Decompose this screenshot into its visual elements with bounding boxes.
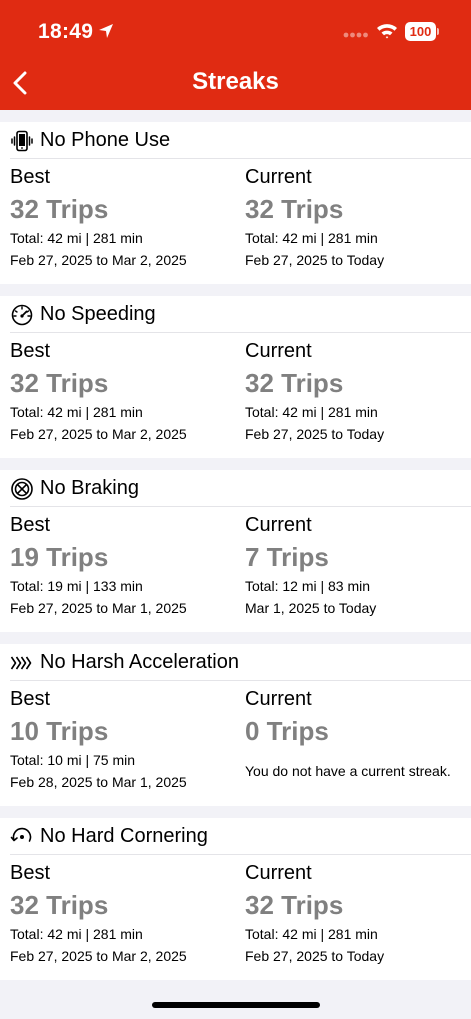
home-indicator[interactable] [152,1002,320,1008]
current-trips: 32 Trips [245,194,344,224]
status-time: 18:49 [38,20,94,43]
streak-title: No Braking [40,477,139,499]
current-total: Total: 42 mi | 281 min [245,926,378,942]
best-streak: Best 32 Trips Total: 42 mi | 281 min Feb… [10,338,240,443]
streak-card-no-harsh-acceleration: No Harsh Acceleration Best 10 Trips Tota… [0,644,471,806]
best-trips: 32 Trips [10,368,109,398]
divider [10,854,471,855]
wifi-icon [377,24,397,39]
streak-card-no-speeding: No Speeding Best 32 Trips Total: 42 mi |… [0,296,471,458]
battery-level: 100 [409,24,432,39]
streak-card-header: No Harsh Acceleration [0,644,471,680]
streak-card-header: No Braking [0,470,471,506]
best-label: Best [10,340,51,362]
current-dates: Feb 27, 2025 to Today [245,426,385,442]
best-dates: Feb 27, 2025 to Mar 2, 2025 [10,948,187,964]
divider [10,506,471,507]
best-dates: Feb 27, 2025 to Mar 1, 2025 [10,600,187,616]
best-dates: Feb 28, 2025 to Mar 1, 2025 [10,774,187,790]
divider [10,680,471,681]
page-title: Streaks [192,68,279,95]
current-trips: 32 Trips [245,890,344,920]
current-label: Current [245,688,312,710]
streak-title: No Speeding [40,303,156,325]
best-streak: Best 32 Trips Total: 42 mi | 281 min Feb… [10,860,240,965]
streak-title: No Harsh Acceleration [40,651,239,673]
speedometer-icon [11,304,33,326]
current-streak: Current 32 Trips Total: 42 mi | 281 min … [245,164,471,269]
no-current-streak-message: You do not have a current streak. [245,763,451,779]
best-label: Best [10,514,51,536]
current-trips: 7 Trips [245,542,329,572]
streak-title: No Phone Use [40,129,171,151]
cornering-arrow-icon [10,827,32,842]
current-streak: Current 32 Trips Total: 42 mi | 281 min … [245,860,471,965]
current-label: Current [245,514,312,536]
current-label: Current [245,166,312,188]
current-trips: 32 Trips [245,368,344,398]
navigation-header: 18:49 100 Streaks [0,0,471,110]
best-dates: Feb 27, 2025 to Mar 2, 2025 [10,252,187,268]
status-bar: 18:49 100 [0,0,471,62]
current-dates: Feb 27, 2025 to Today [245,948,385,964]
best-trips: 32 Trips [10,194,109,224]
current-streak: Current 32 Trips Total: 42 mi | 281 min … [245,338,471,443]
current-total: Total: 42 mi | 281 min [245,230,378,246]
best-label: Best [10,166,51,188]
best-total: Total: 42 mi | 281 min [10,404,143,420]
best-total: Total: 19 mi | 133 min [10,578,143,594]
current-total: Total: 42 mi | 281 min [245,404,378,420]
streak-card-no-braking: No Braking Best 19 Trips Total: 19 mi | … [0,470,471,632]
streak-card-header: No Phone Use [0,122,471,158]
current-trips: 0 Trips [245,716,329,746]
streak-card-no-hard-cornering: No Hard Cornering Best 32 Trips Total: 4… [0,818,471,980]
streak-card-header: No Hard Cornering [0,818,471,854]
current-dates: Feb 27, 2025 to Today [245,252,385,268]
divider [10,332,471,333]
best-streak: Best 10 Trips Total: 10 mi | 75 min Feb … [10,686,240,791]
current-streak: Current 7 Trips Total: 12 mi | 83 min Ma… [245,512,471,617]
best-total: Total: 42 mi | 281 min [10,230,143,246]
current-label: Current [245,340,312,362]
streak-card-no-phone-use: No Phone Use Best 32 Trips Total: 42 mi … [0,122,471,284]
streak-title: No Hard Cornering [40,825,208,847]
best-trips: 32 Trips [10,890,109,920]
acceleration-chevrons-icon [10,656,32,670]
best-streak: Best 19 Trips Total: 19 mi | 133 min Feb… [10,512,240,617]
current-dates: Mar 1, 2025 to Today [245,600,377,616]
battery-icon: 100 [405,22,439,41]
current-total: Total: 12 mi | 83 min [245,578,371,594]
phone-vibrate-icon [11,130,33,152]
best-total: Total: 42 mi | 281 min [10,926,143,942]
cellular-signal-icon [343,32,368,38]
brake-disc-icon [11,478,33,500]
streak-card-header: No Speeding [0,296,471,332]
current-streak: Current 0 Trips You do not have a curren… [245,686,471,780]
best-trips: 10 Trips [10,716,109,746]
location-arrow-icon [99,24,113,38]
best-label: Best [10,862,51,884]
best-streak: Best 32 Trips Total: 42 mi | 281 min Feb… [10,164,240,269]
best-trips: 19 Trips [10,542,109,572]
best-dates: Feb 27, 2025 to Mar 2, 2025 [10,426,187,442]
current-label: Current [245,862,312,884]
divider [10,158,471,159]
best-label: Best [10,688,51,710]
best-total: Total: 10 mi | 75 min [10,752,136,768]
